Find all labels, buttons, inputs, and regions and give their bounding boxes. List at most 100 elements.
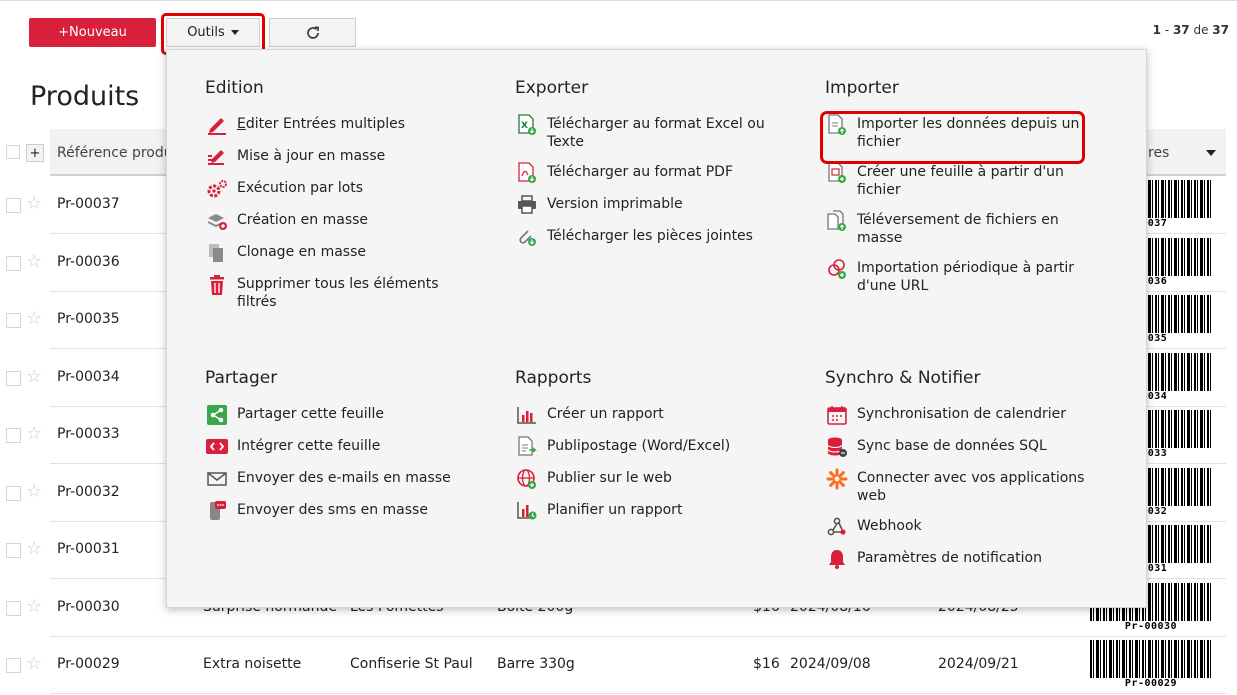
- menu-item-edition-3[interactable]: Création en masse: [205, 211, 495, 231]
- refresh-button[interactable]: [269, 18, 356, 47]
- menu-item-label: Supprimer tous les éléments filtrés: [237, 276, 439, 310]
- menu-item-importer-1[interactable]: Créer une feuille à partir d'un fichier: [825, 162, 1115, 199]
- menu-item-importer-3[interactable]: Importation périodique à partir d'une UR…: [825, 259, 1115, 295]
- menu-item-partager-3[interactable]: Envoyer des sms en masse: [205, 501, 495, 521]
- row-checkbox[interactable]: [6, 255, 21, 271]
- menu-item-exporter-0[interactable]: X Télécharger au format Excel ou Texte: [515, 114, 805, 151]
- svg-text:X: X: [521, 121, 528, 131]
- paperclip-download-icon: [515, 227, 539, 247]
- cell-product-reference[interactable]: Pr-00037: [57, 196, 120, 212]
- page-title: Produits: [30, 81, 140, 112]
- table-cell[interactable]: Confiserie St Paul: [350, 656, 473, 672]
- star-icon[interactable]: ☆: [26, 424, 42, 444]
- star-icon[interactable]: ☆: [26, 194, 42, 214]
- webhook-icon: [825, 517, 849, 537]
- cell-product-reference[interactable]: Pr-00031: [57, 541, 120, 557]
- select-all-checkbox[interactable]: [6, 145, 20, 159]
- embed-code-icon: [205, 437, 229, 457]
- menu-item-label: Intégrer cette feuille: [237, 438, 381, 454]
- menu-item-edition-1[interactable]: Mise à jour en masse: [205, 147, 495, 167]
- row-checkbox[interactable]: [6, 658, 21, 673]
- bar-chart-icon: [515, 405, 539, 425]
- page: +Nouveau Outils 1 - 37 de 37 Produits + …: [0, 0, 1237, 695]
- zapier-icon: [825, 468, 849, 490]
- trash-icon: [205, 275, 229, 295]
- row-divider: [50, 693, 1226, 694]
- menu-item-rapports-2[interactable]: Publier sur le web: [515, 469, 805, 489]
- menu-item-importer-2[interactable]: Téléversement de fichiers en masse: [825, 210, 1115, 247]
- section-title: Synchro & Notifier: [825, 368, 981, 388]
- menu-item-edition-4[interactable]: Clonage en masse: [205, 243, 495, 263]
- star-icon[interactable]: ☆: [26, 309, 42, 329]
- star-icon[interactable]: ☆: [26, 539, 42, 559]
- table-row[interactable]: ☆ Pr-00029 Extra noisette Confiserie St Pa…: [0, 637, 1237, 694]
- menu-item-exporter-1[interactable]: Télécharger au format PDF: [515, 162, 805, 183]
- cell-product-reference[interactable]: Pr-00033: [57, 426, 120, 442]
- menu-item-edition-2[interactable]: Exécution par lots: [205, 179, 495, 199]
- barcode-label: Pr-00030: [1124, 620, 1178, 632]
- calendar-icon: [825, 405, 849, 425]
- menu-item-synchro-4[interactable]: Paramètres de notification: [825, 549, 1115, 569]
- menu-item-partager-1[interactable]: Intégrer cette feuille: [205, 437, 495, 457]
- cell-product-reference[interactable]: Pr-00030: [57, 599, 120, 615]
- menu-item-rapports-0[interactable]: Créer un rapport: [515, 405, 805, 425]
- table-cell[interactable]: 2024/09/21: [938, 656, 1019, 672]
- menu-item-edition-5[interactable]: Supprimer tous les éléments filtrés: [205, 275, 495, 311]
- caret-down-icon[interactable]: [1206, 150, 1216, 156]
- star-icon[interactable]: ☆: [26, 596, 42, 617]
- bell-icon: [825, 549, 849, 569]
- mail-merge-icon: [515, 436, 539, 457]
- table-cell[interactable]: 2024/09/08: [790, 656, 871, 672]
- menu-item-label: Connecter avec vos applications web: [857, 470, 1085, 504]
- row-checkbox[interactable]: [6, 543, 21, 558]
- menu-section-edition: Edition Editer Entrées multiples Mise à j…: [205, 78, 495, 323]
- new-button[interactable]: +Nouveau: [29, 18, 156, 47]
- menu-item-label: Sync base de données SQL: [857, 438, 1047, 454]
- cell-product-reference[interactable]: Pr-00036: [57, 254, 120, 270]
- table-cell[interactable]: $16: [753, 656, 780, 672]
- add-column-button[interactable]: +: [26, 144, 44, 162]
- menu-section-synchro: Synchro & Notifier Synchronisation de ca…: [825, 368, 1115, 581]
- menu-item-label: Envoyer des sms en masse: [237, 502, 428, 518]
- row-checkbox[interactable]: [6, 313, 21, 328]
- menu-item-label: Version imprimable: [547, 196, 683, 212]
- copy-icon: [205, 243, 229, 263]
- menu-item-label: Publier sur le web: [547, 470, 672, 486]
- star-icon[interactable]: ☆: [26, 366, 42, 387]
- cell-product-reference[interactable]: Pr-00035: [57, 311, 120, 327]
- menu-item-synchro-3[interactable]: Webhook: [825, 517, 1115, 537]
- row-checkbox[interactable]: [6, 198, 21, 213]
- barcode-bars: [1090, 640, 1212, 678]
- menu-item-rapports-3[interactable]: Planifier un rapport: [515, 501, 805, 521]
- menu-section-exporter: Exporter X Télécharger au format Excel ou…: [515, 78, 805, 259]
- header-product-reference[interactable]: Référence produ: [50, 129, 170, 176]
- star-icon[interactable]: ☆: [26, 251, 42, 272]
- menu-item-label: Télécharger les pièces jointes: [547, 228, 753, 244]
- gears-icon: [205, 179, 229, 199]
- menu-item-rapports-1[interactable]: Publipostage (Word/Excel): [515, 436, 805, 457]
- menu-item-label: Création en masse: [237, 212, 369, 228]
- row-checkbox[interactable]: [6, 485, 21, 501]
- menu-item-synchro-2[interactable]: Connecter avec vos applications web: [825, 468, 1115, 505]
- cell-product-reference[interactable]: Pr-00034: [57, 369, 120, 385]
- menu-item-edition-0[interactable]: Editer Entrées multiples: [205, 115, 495, 135]
- menu-item-exporter-3[interactable]: Télécharger les pièces jointes: [515, 227, 805, 247]
- star-icon[interactable]: ☆: [26, 481, 42, 502]
- barcode-image: Pr-00029: [1090, 640, 1212, 691]
- cell-product-reference[interactable]: Pr-00032: [57, 484, 120, 500]
- layers-plus-icon: [205, 211, 229, 231]
- menu-item-synchro-1[interactable]: Sync base de données SQL: [825, 437, 1115, 457]
- cell-product-reference[interactable]: Pr-00029: [57, 656, 120, 672]
- table-cell[interactable]: Barre 330g: [497, 656, 575, 672]
- menu-item-label: Editer Entrées multiples: [237, 116, 406, 132]
- row-checkbox[interactable]: [6, 370, 21, 386]
- menu-item-partager-0[interactable]: Partager cette feuille: [205, 405, 495, 425]
- menu-item-exporter-2[interactable]: Version imprimable: [515, 195, 805, 215]
- menu-item-synchro-0[interactable]: Synchronisation de calendrier: [825, 405, 1115, 425]
- table-cell[interactable]: Extra noisette: [203, 656, 301, 672]
- star-icon[interactable]: ☆: [26, 654, 42, 674]
- row-checkbox[interactable]: [6, 600, 21, 616]
- row-checkbox[interactable]: [6, 428, 21, 443]
- pdf-download-icon: [515, 162, 539, 183]
- menu-item-partager-2[interactable]: Envoyer des e-mails en masse: [205, 469, 495, 489]
